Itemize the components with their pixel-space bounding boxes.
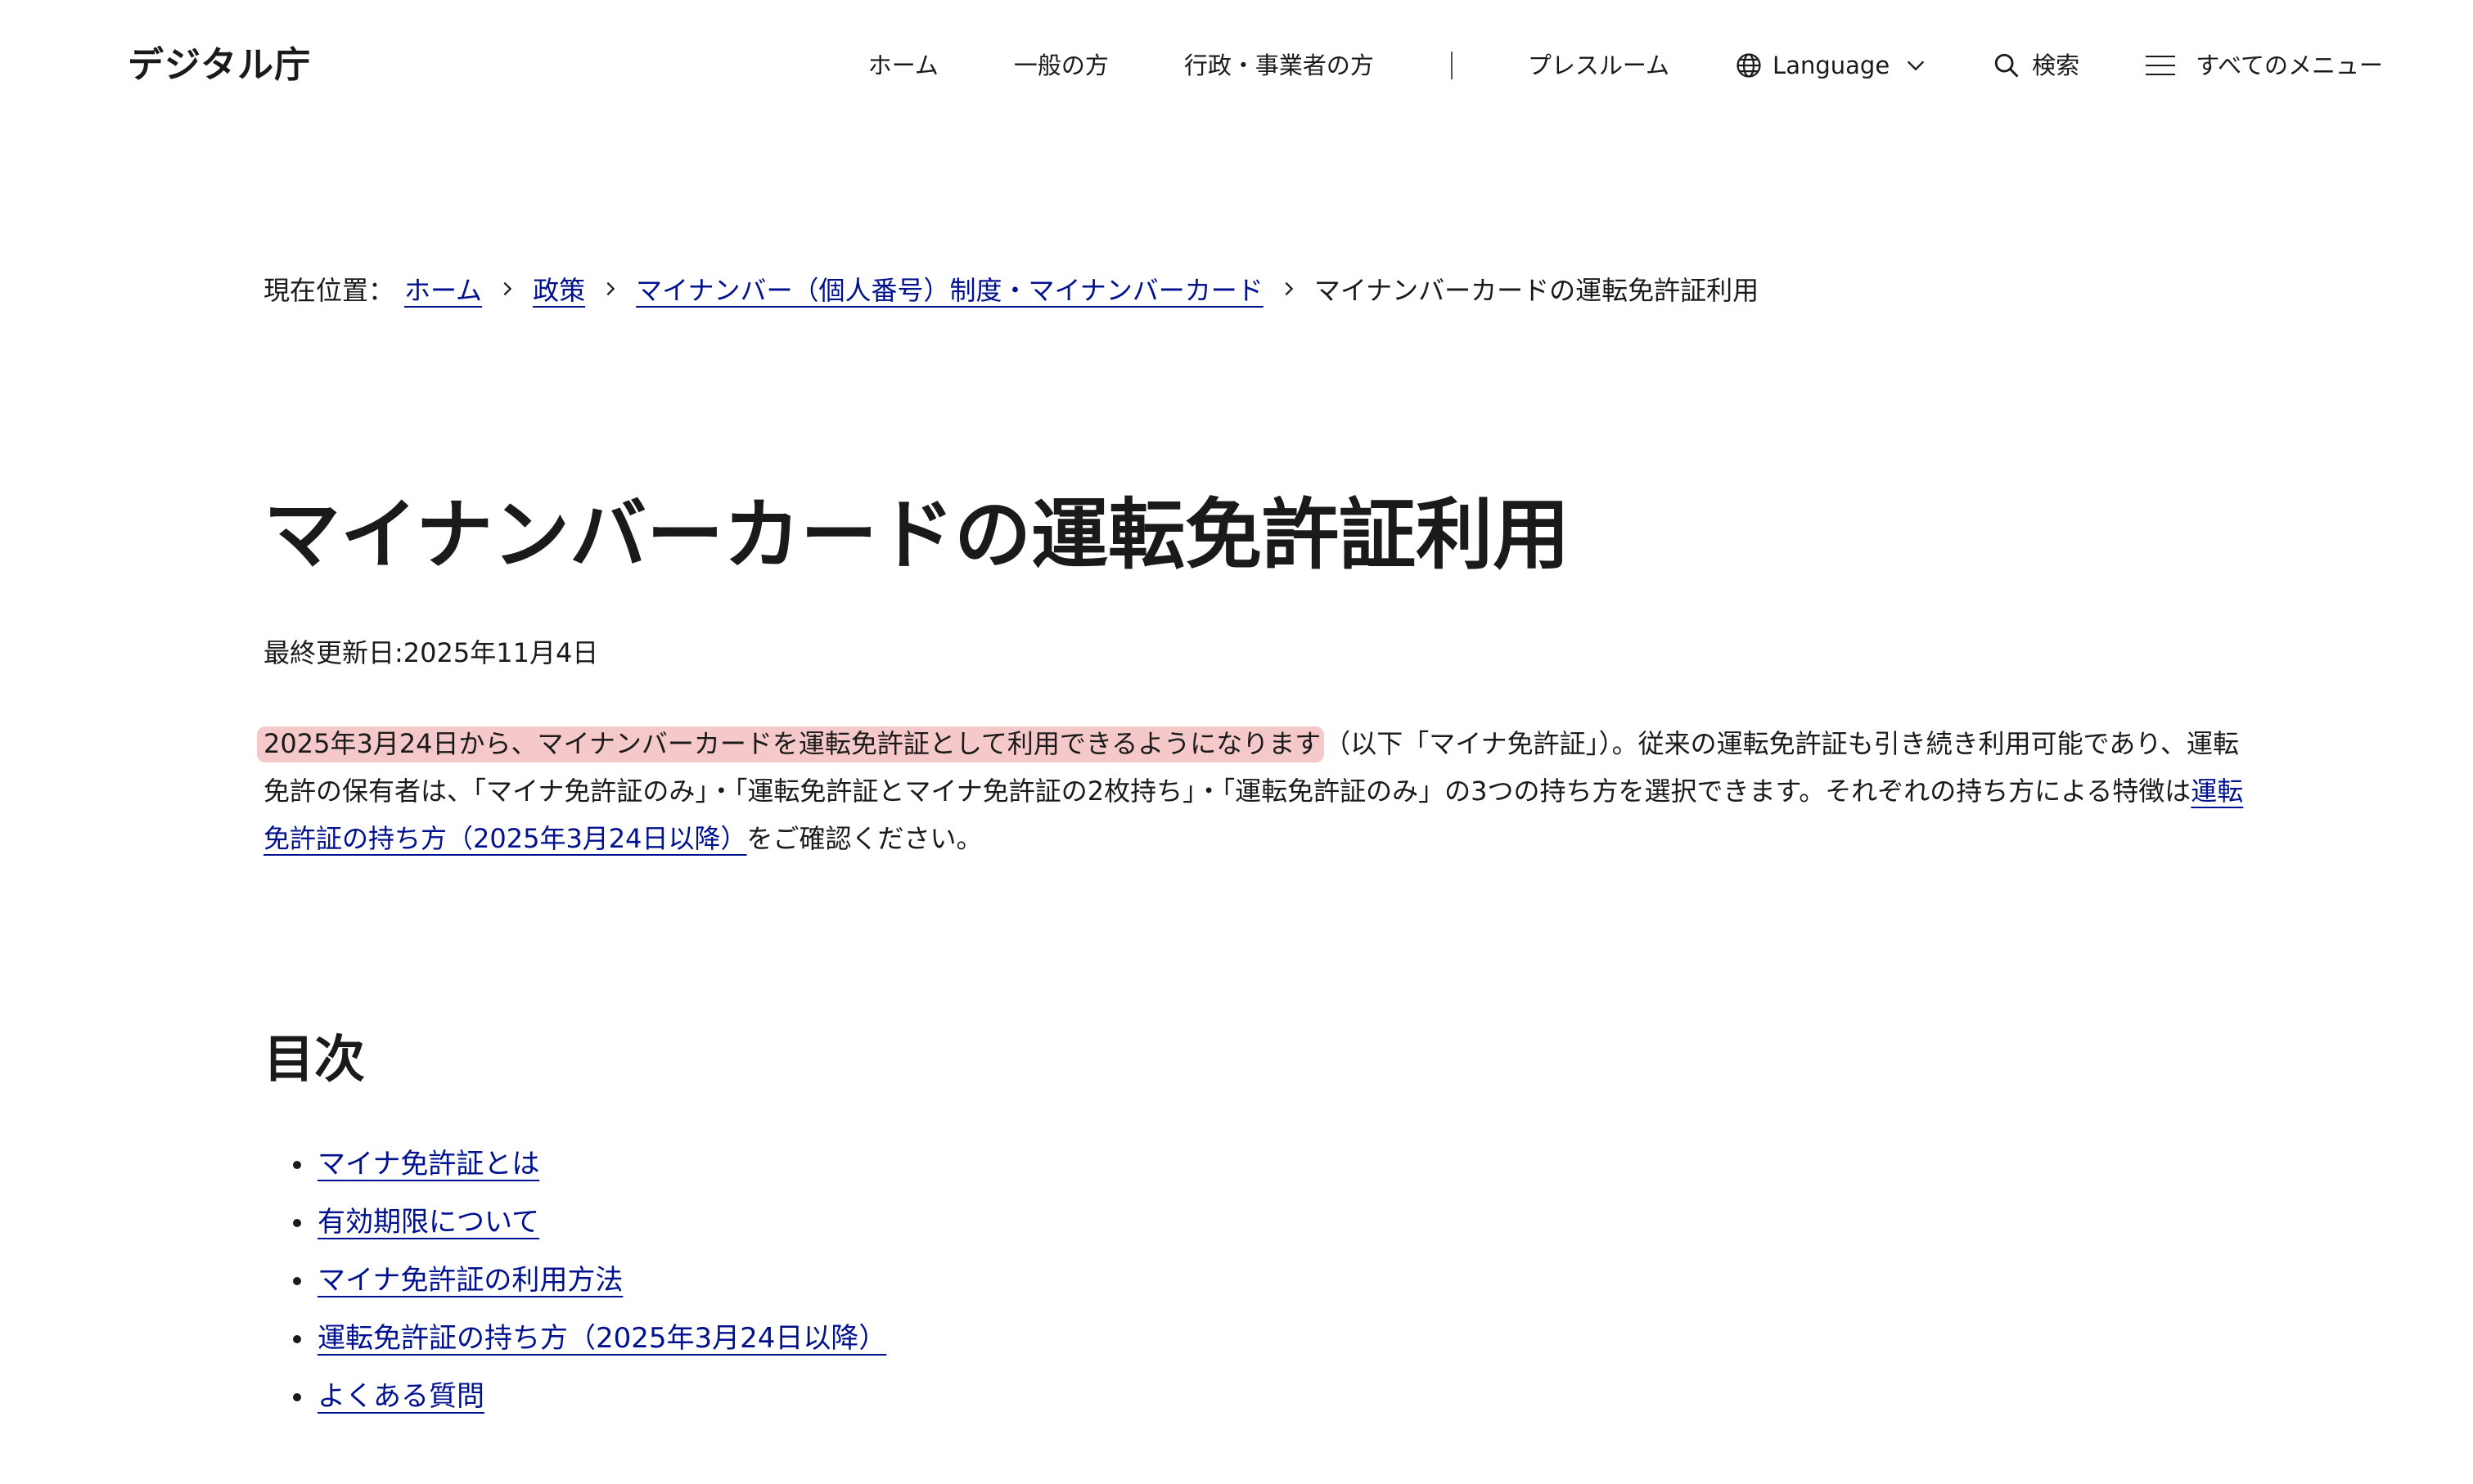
- breadcrumb: 現在位置： ホーム 政策 マイナンバー（個人番号）制度・マイナンバーカード マイ…: [264, 267, 1759, 311]
- breadcrumb-mynumber[interactable]: マイナンバー（個人番号）制度・マイナンバーカード: [636, 270, 1264, 308]
- table-of-contents: マイナ免許証とは 有効期限について マイナ免許証の利用方法 運転免許証の持ち方（…: [264, 1140, 886, 1431]
- globe-icon: [1735, 52, 1763, 79]
- breadcrumb-current: マイナンバーカードの運転免許証利用: [1313, 275, 1759, 306]
- toc-link[interactable]: よくある質問: [318, 1380, 484, 1413]
- toc-heading: 目次: [264, 1029, 366, 1089]
- breadcrumb-policy[interactable]: 政策: [533, 270, 585, 308]
- site-header: デジタル庁 ホーム 一般の方 行政・事業者の方 プレスルーム Language: [0, 0, 2473, 131]
- hamburger-icon: [2145, 53, 2176, 78]
- toc-link[interactable]: 有効期限について: [318, 1206, 539, 1239]
- list-item: マイナ免許証とは: [264, 1140, 886, 1198]
- intro-text-end: をご確認ください。: [746, 823, 983, 854]
- chevron-right-icon: [601, 280, 619, 298]
- intro-paragraph: 2025年3月24日から、マイナンバーカードを運転免許証として利用できるようにな…: [257, 720, 2244, 862]
- list-item: よくある質問: [264, 1373, 886, 1431]
- all-menu-button[interactable]: すべてのメニュー: [2145, 39, 2383, 92]
- highlighted-text: 2025年3月24日から、マイナンバーカードを運転免許証として利用できるようにな…: [257, 726, 1325, 762]
- nav-press[interactable]: プレスルーム: [1528, 39, 1669, 92]
- toc-link[interactable]: マイナ免許証とは: [318, 1148, 539, 1180]
- nav-general[interactable]: 一般の方: [1014, 39, 1109, 92]
- list-item: 運転免許証の持ち方（2025年3月24日以降）: [264, 1315, 886, 1373]
- nav-divider: [1450, 52, 1453, 79]
- nav-home[interactable]: ホーム: [868, 39, 939, 92]
- chevron-down-icon: [1904, 54, 1927, 77]
- chevron-right-icon: [498, 280, 516, 298]
- search-icon: [1993, 52, 2020, 79]
- breadcrumb-prefix: 現在位置：: [264, 275, 395, 306]
- page-title: マイナンバーカードの運転免許証利用: [264, 491, 1570, 580]
- list-item: マイナ免許証の利用方法: [264, 1257, 886, 1315]
- site-logo[interactable]: デジタル庁: [128, 39, 311, 92]
- nav-business[interactable]: 行政・事業者の方: [1184, 39, 1374, 92]
- all-menu-label: すべてのメニュー: [2196, 52, 2383, 79]
- search-button[interactable]: 検索: [1993, 39, 2079, 92]
- toc-link[interactable]: マイナ免許証の利用方法: [318, 1264, 623, 1297]
- list-item: 有効期限について: [264, 1198, 886, 1257]
- global-nav: ホーム 一般の方 行政・事業者の方 プレスルーム Language 検索 すべて…: [868, 39, 2383, 92]
- search-label: 検索: [2032, 52, 2080, 79]
- language-button[interactable]: Language: [1735, 39, 1927, 92]
- language-label: Language: [1773, 52, 1890, 79]
- breadcrumb-home[interactable]: ホーム: [404, 270, 482, 308]
- chevron-right-icon: [1280, 280, 1298, 298]
- last-updated: 最終更新日:2025年11月4日: [264, 637, 599, 668]
- toc-link[interactable]: 運転免許証の持ち方（2025年3月24日以降）: [318, 1322, 886, 1355]
